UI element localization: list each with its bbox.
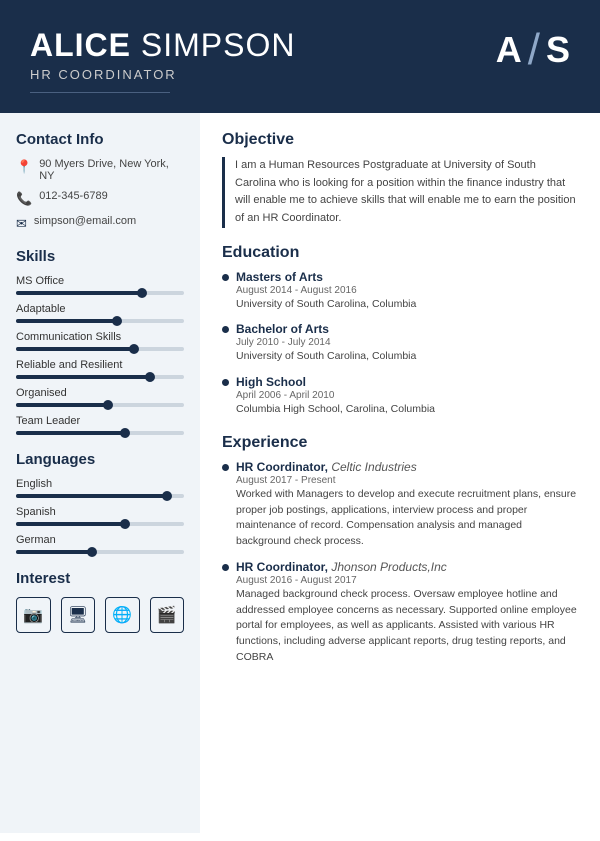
header-left: ALICE SIMPSON HR COORDINATOR [30, 28, 295, 93]
lang-bar-fill [16, 494, 167, 498]
skill-bar-track [16, 403, 184, 407]
edu-degree: High School [236, 375, 578, 389]
edu-place: Columbia High School, Carolina, Columbia [236, 402, 578, 418]
skill-label: Reliable and Resilient [16, 359, 184, 371]
edu-date: April 2006 - April 2010 [236, 390, 578, 401]
monogram-second: S [546, 32, 570, 68]
skill-label: MS Office [16, 275, 184, 287]
main-layout: Contact Info 📍 90 Myers Drive, New York,… [0, 113, 600, 833]
header: ALICE SIMPSON HR COORDINATOR A / S [0, 0, 600, 113]
skill-bar-fill [16, 347, 134, 351]
monogram-slash: / [528, 28, 540, 72]
header-divider [30, 92, 170, 93]
languages-section-title: Languages [16, 451, 184, 468]
lang-bar-track [16, 494, 184, 498]
skills-section-title: Skills [16, 248, 184, 265]
skill-bar-track [16, 347, 184, 351]
objective-text: I am a Human Resources Postgraduate at U… [222, 157, 578, 227]
exp-title: HR Coordinator, Celtic Industries [236, 460, 578, 474]
interest-icon: 📷 [16, 597, 51, 633]
objective-title: Objective [222, 131, 578, 149]
skill-bar-dot [120, 428, 130, 438]
header-name: ALICE SIMPSON [30, 28, 295, 63]
exp-title: HR Coordinator, Jhonson Products,Inc [236, 560, 578, 574]
interest-section-title: Interest [16, 570, 184, 587]
skill-bar-track [16, 291, 184, 295]
lang-bar-dot [162, 491, 172, 501]
edu-place: University of South Carolina, Columbia [236, 349, 578, 365]
interest-icon: 🖥 [61, 597, 96, 633]
skill-bar-track [16, 319, 184, 323]
skill-bar-fill [16, 431, 125, 435]
skill-label: Organised [16, 387, 184, 399]
edu-item: High School April 2006 - April 2010 Colu… [222, 375, 578, 418]
skill-bar-dot [137, 288, 147, 298]
interest-icon: 🌐 [105, 597, 140, 633]
header-title: HR COORDINATOR [30, 67, 295, 82]
header-monogram: A / S [496, 28, 570, 72]
lang-bar-dot [87, 547, 97, 557]
lang-bar-track [16, 550, 184, 554]
contact-address: 📍 90 Myers Drive, New York, NY [16, 158, 184, 182]
skill-bar-dot [103, 400, 113, 410]
skill-bar-track [16, 375, 184, 379]
skill-label: Adaptable [16, 303, 184, 315]
edu-date: August 2014 - August 2016 [236, 285, 578, 296]
skill-bar-fill [16, 375, 150, 379]
skill-bar-fill [16, 319, 117, 323]
exp-company: Celtic Industries [331, 460, 416, 474]
contact-section-title: Contact Info [16, 131, 184, 148]
skill-bar-track [16, 431, 184, 435]
experience-title: Experience [222, 434, 578, 452]
sidebar: Contact Info 📍 90 Myers Drive, New York,… [0, 113, 200, 833]
phone-icon: 📞 [16, 191, 32, 207]
email-icon: ✉ [16, 216, 27, 232]
skill-label: Team Leader [16, 415, 184, 427]
exp-item: HR Coordinator, Celtic Industries August… [222, 460, 578, 550]
contact-email: ✉ simpson@email.com [16, 215, 184, 232]
skill-bar-dot [145, 372, 155, 382]
lang-label: Spanish [16, 506, 184, 518]
edu-place: University of South Carolina, Columbia [236, 297, 578, 313]
lang-bar-fill [16, 522, 125, 526]
phone-text: 012-345-6789 [39, 190, 108, 202]
interest-icons-container: 📷 🖥 🌐 🎬 [16, 597, 184, 633]
edu-item: Bachelor of Arts July 2010 - July 2014 U… [222, 322, 578, 365]
edu-date: July 2010 - July 2014 [236, 337, 578, 348]
location-icon: 📍 [16, 159, 32, 175]
lang-label: English [16, 478, 184, 490]
lang-bar-fill [16, 550, 92, 554]
monogram-first: A [496, 32, 522, 68]
edu-degree: Bachelor of Arts [236, 322, 578, 336]
skills-container: MS Office Adaptable Communication Skills… [16, 275, 184, 435]
contact-phone: 📞 012-345-6789 [16, 190, 184, 207]
edu-item: Masters of Arts August 2014 - August 201… [222, 270, 578, 313]
skill-bar-dot [112, 316, 122, 326]
exp-company: Jhonson Products,Inc [331, 560, 446, 574]
exp-date: August 2016 - August 2017 [236, 575, 578, 586]
education-title: Education [222, 244, 578, 262]
first-name: ALICE [30, 27, 131, 63]
exp-item: HR Coordinator, Jhonson Products,Inc Aug… [222, 560, 578, 666]
education-container: Masters of Arts August 2014 - August 201… [222, 270, 578, 418]
exp-desc: Managed background check process. Oversa… [236, 587, 578, 666]
skill-bar-dot [129, 344, 139, 354]
exp-desc: Worked with Managers to develop and exec… [236, 487, 578, 550]
exp-date: August 2017 - Present [236, 475, 578, 486]
skill-bar-fill [16, 291, 142, 295]
content: Objective I am a Human Resources Postgra… [200, 113, 600, 833]
skill-label: Communication Skills [16, 331, 184, 343]
email-text: simpson@email.com [34, 215, 136, 227]
skill-bar-fill [16, 403, 108, 407]
address-text: 90 Myers Drive, New York, NY [39, 158, 184, 182]
lang-label: German [16, 534, 184, 546]
lang-bar-dot [120, 519, 130, 529]
experience-container: HR Coordinator, Celtic Industries August… [222, 460, 578, 666]
languages-container: English Spanish German [16, 478, 184, 554]
interest-icon: 🎬 [150, 597, 185, 633]
lang-bar-track [16, 522, 184, 526]
edu-degree: Masters of Arts [236, 270, 578, 284]
last-name: SIMPSON [141, 27, 296, 63]
